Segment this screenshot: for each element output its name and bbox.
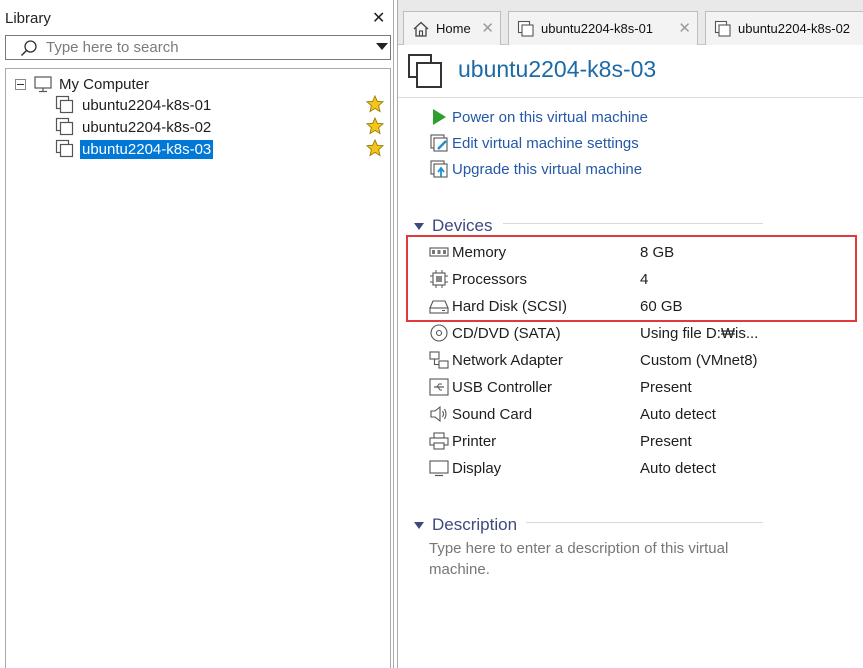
close-tab-icon[interactable]: ✕ xyxy=(481,19,494,37)
close-icon[interactable]: ✕ xyxy=(372,8,385,28)
close-tab-icon[interactable]: ✕ xyxy=(678,19,691,37)
favorite-star-icon[interactable] xyxy=(366,117,384,135)
tab-vm-01[interactable]: ubuntu2204-k8s-01 ✕ xyxy=(508,11,698,45)
tab-label: ubuntu2204-k8s-02 xyxy=(738,21,851,36)
tree-root-label: My Computer xyxy=(59,75,150,93)
tab-label: ubuntu2204-k8s-01 xyxy=(541,21,654,36)
device-value: Present xyxy=(640,432,692,450)
search-input[interactable] xyxy=(46,37,366,58)
device-value: 60 GB xyxy=(640,297,683,315)
library-search-box[interactable] xyxy=(5,35,391,60)
device-name: USB Controller xyxy=(452,378,553,396)
vmware-window: Library ✕ My Computer xyxy=(0,0,863,668)
search-dropdown-arrow-icon[interactable] xyxy=(376,43,388,50)
device-name: Network Adapter xyxy=(452,351,563,369)
device-value: 8 GB xyxy=(640,243,675,261)
device-row-display[interactable]: Display Auto detect xyxy=(429,457,769,479)
play-icon xyxy=(433,109,446,125)
device-row-memory[interactable]: Memory 8 GB xyxy=(429,241,769,263)
tree-item-vm-01[interactable]: ubuntu2204-k8s-01 xyxy=(55,94,385,116)
search-icon xyxy=(20,40,37,57)
favorite-star-icon[interactable] xyxy=(366,95,384,113)
tree-node-my-computer[interactable]: My Computer xyxy=(15,74,149,94)
divider xyxy=(503,223,763,224)
description-field[interactable]: Type here to enter a description of this… xyxy=(429,538,759,580)
device-value: Auto detect xyxy=(640,405,716,423)
device-value: Custom (VMnet8) xyxy=(640,351,758,369)
favorite-star-icon[interactable] xyxy=(366,139,384,157)
upgrade-link[interactable]: Upgrade this virtual machine xyxy=(429,158,642,180)
processor-icon xyxy=(430,270,448,288)
tree-item-vm-02[interactable]: ubuntu2204-k8s-02 xyxy=(55,116,385,138)
computer-icon xyxy=(34,76,52,93)
tab-home[interactable]: Home ✕ xyxy=(403,11,501,45)
vm-icon xyxy=(55,139,74,158)
vm-label-selected[interactable]: ubuntu2204-k8s-03 xyxy=(80,139,214,159)
divider xyxy=(398,97,863,98)
printer-icon xyxy=(429,432,449,450)
vm-large-icon xyxy=(408,54,442,88)
device-name: Sound Card xyxy=(452,405,533,423)
usb-icon xyxy=(429,378,449,396)
vm-icon xyxy=(55,95,74,114)
device-row-processors[interactable]: Processors 4 xyxy=(429,268,769,290)
vm-icon xyxy=(714,20,731,37)
device-name: CD/DVD (SATA) xyxy=(452,324,561,342)
description-heading: Description xyxy=(432,515,518,534)
devices-section-toggle[interactable]: Devices xyxy=(414,215,492,237)
library-title: Library xyxy=(5,10,51,27)
collapse-caret-icon xyxy=(414,222,424,230)
device-row-printer[interactable]: Printer Present xyxy=(429,430,769,452)
description-section-toggle[interactable]: Description xyxy=(414,514,517,536)
action-label: Edit virtual machine settings xyxy=(452,134,639,152)
tab-vm-02[interactable]: ubuntu2204-k8s-02 xyxy=(705,11,863,45)
tab-bar: Home ✕ ubuntu2204-k8s-01 ✕ ubuntu2204-k8… xyxy=(398,0,863,45)
device-row-network-adapter[interactable]: Network Adapter Custom (VMnet8) xyxy=(429,349,769,371)
library-panel: Library ✕ My Computer xyxy=(0,0,394,668)
device-row-cd-dvd[interactable]: CD/DVD (SATA) Using file D:₩is... xyxy=(429,322,769,344)
hard-disk-icon xyxy=(429,300,449,314)
vm-icon xyxy=(55,117,74,136)
device-name: Hard Disk (SCSI) xyxy=(452,297,568,315)
edit-settings-link[interactable]: Edit virtual machine settings xyxy=(429,132,639,154)
power-on-link[interactable]: Power on this virtual machine xyxy=(429,106,648,128)
speaker-icon xyxy=(430,405,447,423)
network-adapter-icon xyxy=(429,351,449,369)
device-row-hard-disk[interactable]: Hard Disk (SCSI) 60 GB xyxy=(429,295,769,317)
vm-icon xyxy=(517,20,534,37)
action-label: Upgrade this virtual machine xyxy=(452,160,643,178)
memory-icon xyxy=(429,247,449,257)
collapse-icon[interactable] xyxy=(15,78,26,90)
device-name: Printer xyxy=(452,432,497,450)
devices-heading: Devices xyxy=(432,216,493,235)
device-value: Auto detect xyxy=(640,459,716,477)
device-value: Present xyxy=(640,378,692,396)
vm-details-pane: Home ✕ ubuntu2204-k8s-01 ✕ ubuntu2204-k8… xyxy=(397,0,863,668)
vm-title: ubuntu2204-k8s-03 xyxy=(458,56,657,82)
display-icon xyxy=(429,460,449,477)
tree-item-vm-03[interactable]: ubuntu2204-k8s-03 xyxy=(55,138,385,160)
device-value: 4 xyxy=(640,270,649,288)
divider xyxy=(526,522,763,523)
vm-label[interactable]: ubuntu2204-k8s-01 xyxy=(80,96,213,115)
collapse-caret-icon xyxy=(414,521,424,529)
tab-label: Home xyxy=(436,21,471,36)
device-name: Memory xyxy=(452,243,507,261)
upgrade-icon xyxy=(430,160,448,178)
vm-label[interactable]: ubuntu2204-k8s-02 xyxy=(80,118,213,137)
device-name: Display xyxy=(452,459,502,477)
action-label: Power on this virtual machine xyxy=(452,108,648,126)
device-row-usb-controller[interactable]: USB Controller Present xyxy=(429,376,769,398)
device-row-sound-card[interactable]: Sound Card Auto detect xyxy=(429,403,769,425)
cd-dvd-icon xyxy=(430,324,448,342)
edit-settings-icon xyxy=(430,134,448,152)
device-name: Processors xyxy=(452,270,528,288)
home-icon xyxy=(413,21,429,37)
library-tree: My Computer ubuntu2204-k8s-01 ubuntu2204… xyxy=(5,68,391,668)
device-value: Using file D:₩is... xyxy=(640,324,759,342)
